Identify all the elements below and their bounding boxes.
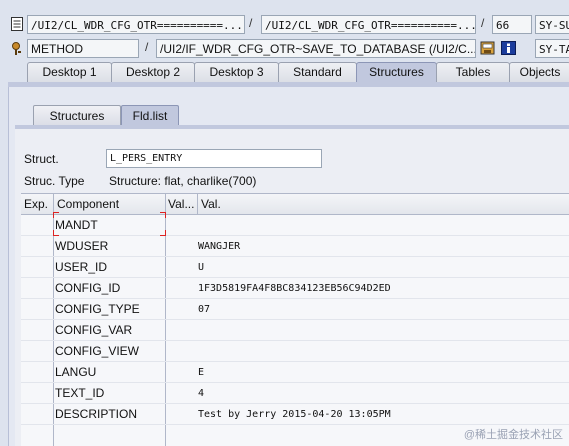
table-row-value[interactable]: 07	[198, 299, 210, 320]
tab-standard[interactable]: Standard	[278, 62, 357, 82]
struct-input[interactable]: L_PERS_ENTRY	[106, 149, 322, 168]
table-row-value[interactable]: 1F3D5819FA4F8BC834123EB56C94D2ED	[198, 278, 391, 299]
table-row-component[interactable]: MANDT	[55, 215, 98, 236]
column-divider	[197, 194, 198, 215]
subtab-structures[interactable]: Structures	[33, 105, 121, 126]
col-header-val[interactable]: Val.	[198, 194, 569, 215]
separator: /	[481, 16, 485, 30]
save-stack-icon[interactable]	[480, 40, 496, 56]
table-row-component[interactable]: DESCRIPTION	[55, 404, 137, 425]
sy-subrc-field[interactable]: SY-SU	[535, 15, 569, 34]
program-field[interactable]: /UI2/CL_WDR_CFG_OTR==========...	[27, 15, 245, 34]
table-row-component[interactable]: USER_ID	[55, 257, 107, 278]
method-icon[interactable]	[10, 40, 24, 56]
subtab-fld-list[interactable]: Fld.list	[121, 105, 179, 126]
table-header: Exp. Component Val... Val.	[21, 194, 569, 215]
tab-tables[interactable]: Tables	[436, 62, 510, 82]
watermark: @稀土掘金技术社区	[463, 429, 563, 441]
struct-label: Struct.	[24, 152, 59, 166]
focus-corner	[160, 212, 166, 218]
focus-corner	[53, 230, 59, 236]
separator: /	[145, 40, 149, 54]
sy-tabix-field[interactable]: SY-TA	[535, 39, 569, 58]
tab-structures[interactable]: Structures	[356, 62, 437, 82]
table-row-value[interactable]: E	[198, 362, 204, 383]
table-row-component[interactable]: TEXT_ID	[55, 383, 104, 404]
table-row-value[interactable]: 4	[198, 383, 204, 404]
info-icon[interactable]	[501, 40, 516, 56]
main-tab-strip: Desktop 1 Desktop 2 Desktop 3 Standard S…	[0, 62, 569, 82]
tab-objects[interactable]: Objects	[509, 62, 569, 82]
document-icon[interactable]	[10, 16, 24, 32]
separator: /	[249, 16, 253, 30]
tab-desktop-1[interactable]: Desktop 1	[27, 62, 112, 82]
table-row-component[interactable]: CONFIG_ID	[55, 278, 120, 299]
col-header-exp[interactable]: Exp.	[21, 194, 54, 215]
col-header-val-short[interactable]: Val...	[165, 194, 198, 215]
struc-type-label: Struc. Type	[24, 174, 85, 188]
focus-corner	[160, 230, 166, 236]
table-row-component[interactable]: CONFIG_VIEW	[55, 341, 139, 362]
table-row-value[interactable]: Test by Jerry 2015-04-20 13:05PM	[198, 404, 391, 425]
table-row-component[interactable]: CONFIG_TYPE	[55, 299, 140, 320]
include-field[interactable]: /UI2/CL_WDR_CFG_OTR==========...	[261, 15, 476, 34]
table-row-component[interactable]: CONFIG_VAR	[55, 320, 132, 341]
tab-desktop-2[interactable]: Desktop 2	[111, 62, 195, 82]
table-row-value[interactable]: U	[198, 257, 204, 278]
table-row-component[interactable]: LANGU	[55, 362, 96, 383]
struc-type-value: Structure: flat, charlike(700)	[109, 174, 257, 188]
table-row-value[interactable]: WANGJER	[198, 236, 240, 257]
tab-desktop-3[interactable]: Desktop 3	[194, 62, 279, 82]
event-type-field[interactable]: METHOD	[27, 39, 139, 58]
col-header-component[interactable]: Component	[54, 194, 165, 215]
field-list-table: Exp. Component Val... Val. MANDT WDUSER WA…	[21, 193, 569, 446]
table-row-component[interactable]: WDUSER	[55, 236, 108, 257]
focus-corner	[53, 212, 59, 218]
line-number-field[interactable]: 66	[492, 15, 532, 34]
event-field[interactable]: /UI2/IF_WDR_CFG_OTR~SAVE_TO_DATABASE (/U…	[156, 39, 476, 58]
